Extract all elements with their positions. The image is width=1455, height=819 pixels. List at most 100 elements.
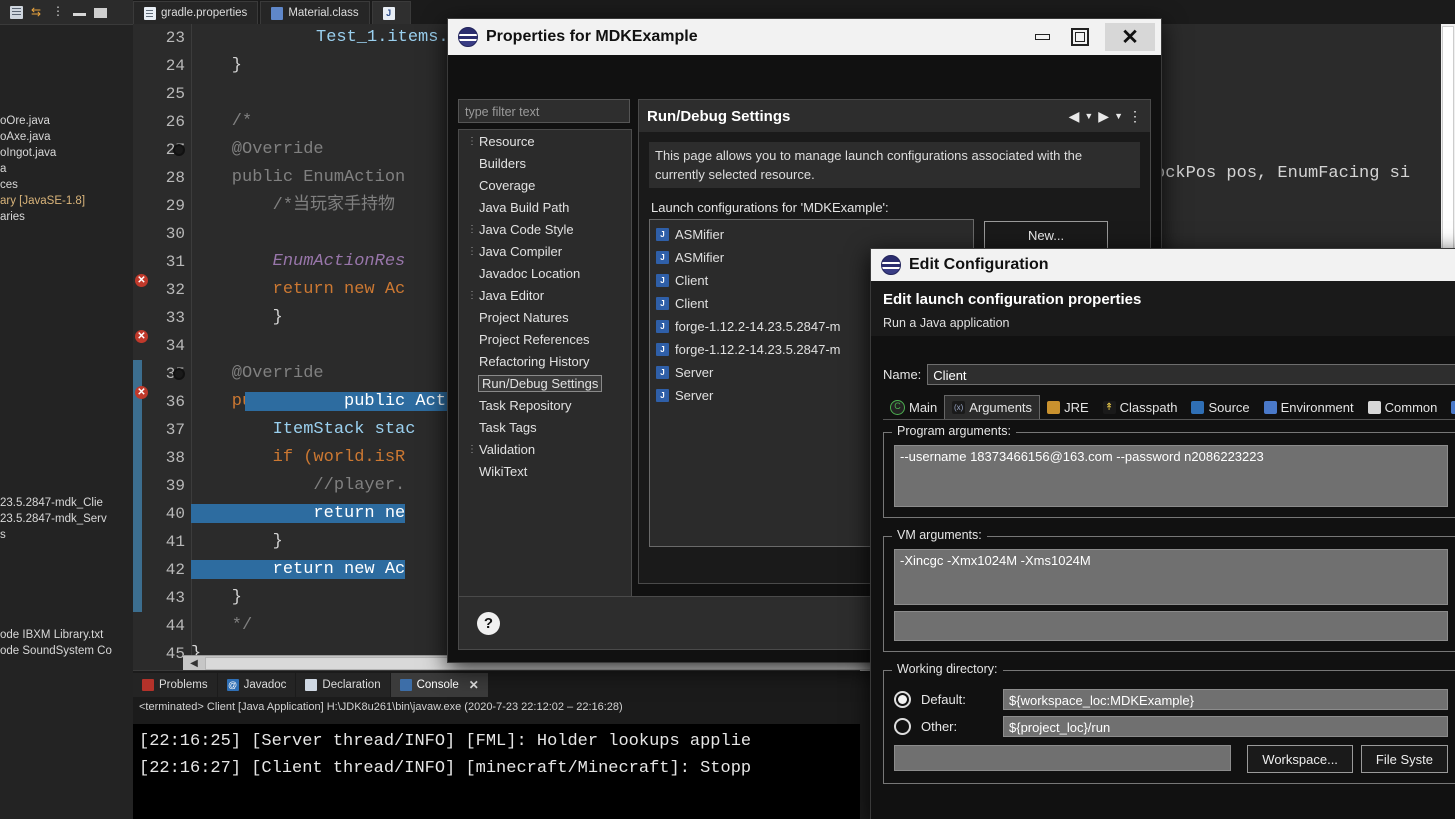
list-item[interactable]: ode IBXM Library.txt — [0, 627, 133, 643]
view-menu-icon[interactable]: ⋮ — [52, 5, 65, 19]
sidebar-item-wikitext[interactable]: WikiText — [459, 460, 631, 482]
chevron-right-icon[interactable]: ⋮ — [467, 444, 479, 455]
sidebar-item-resource[interactable]: ⋮ Resource — [459, 130, 631, 152]
list-item[interactable]: s — [0, 527, 133, 543]
tab-javadoc[interactable]: @ Javadoc — [217, 673, 296, 697]
new-button-label: New... — [1027, 227, 1065, 243]
code-line-right-fragment: ockPos pos, EnumFacing si — [1155, 164, 1411, 183]
default-radio[interactable] — [894, 691, 911, 708]
list-item[interactable]: oOre.java — [0, 113, 133, 129]
help-icon[interactable]: ? — [477, 611, 500, 635]
close-button[interactable]: ✕ — [1105, 23, 1155, 51]
close-icon[interactable]: ✕ — [469, 678, 479, 692]
tab-classpath[interactable]: ↟ Classpath — [1096, 396, 1185, 419]
list-item[interactable]: ary [JavaSE-1.8] — [0, 193, 133, 209]
editor-gutter[interactable]: 23 24 25 26 27 28 29 30 31 32 33 34 35 3… — [133, 24, 192, 671]
sidebar-item-task-repository[interactable]: Task Repository — [459, 394, 631, 416]
sidebar-item-java-editor[interactable]: ⋮ Java Editor — [459, 284, 631, 306]
list-item[interactable]: oIngot.java — [0, 145, 133, 161]
sidebar-item-java-code-style[interactable]: ⋮ Java Code Style — [459, 218, 631, 240]
list-item[interactable]: J ASMifier — [650, 223, 973, 246]
package-explorer: ⇆ ⋮ oOre.java oAxe.java oIngot.java a ce… — [0, 0, 134, 819]
console-icon — [399, 679, 412, 691]
console-output[interactable]: [22:16:25] [Server thread/INFO] [FML]: H… — [133, 724, 860, 819]
sidebar-item-run-debug-settings[interactable]: Run/Debug Settings — [459, 372, 631, 394]
tab-more[interactable] — [1444, 396, 1455, 419]
new-button[interactable]: New... — [984, 221, 1108, 249]
sidebar-item-refactoring-history[interactable]: Refactoring History — [459, 350, 631, 372]
sidebar-item-project-references[interactable]: Project References — [459, 328, 631, 350]
list-item[interactable]: 23.5.2847-mdk_Serv — [0, 511, 133, 527]
link-editor-icon[interactable] — [10, 5, 23, 19]
edit-dialog-title: Edit Configuration — [909, 256, 1049, 273]
tab-java-file[interactable]: J — [371, 1, 411, 24]
other-radio[interactable] — [894, 718, 911, 735]
vm-arguments-input[interactable]: -Xincgc -Xmx1024M -Xms1024M — [894, 549, 1448, 605]
tab-gradle-properties[interactable]: gradle.properties — [133, 1, 259, 24]
sidebar-item-validation[interactable]: ⋮ Validation — [459, 438, 631, 460]
minimize-icon — [1034, 34, 1050, 40]
tab-common[interactable]: Common — [1361, 396, 1445, 419]
view-menu-icon[interactable]: ⋮ — [1128, 108, 1142, 125]
maximize-button[interactable] — [1067, 26, 1093, 48]
error-marker-icon[interactable]: ✕ — [135, 274, 148, 287]
tab-declaration[interactable]: Declaration — [296, 673, 390, 697]
list-item[interactable]: aries — [0, 209, 133, 225]
error-marker-icon[interactable]: ✕ — [135, 386, 148, 399]
name-input[interactable]: Client — [927, 364, 1455, 385]
tab-console[interactable]: Console ✕ — [390, 673, 488, 697]
sidebar-item-coverage[interactable]: Coverage — [459, 174, 631, 196]
minimize-button[interactable] — [1029, 26, 1055, 48]
filter-input[interactable]: type filter text — [458, 99, 630, 123]
scroll-left-arrow[interactable]: ◀ — [185, 656, 203, 671]
sidebar-item-java-compiler[interactable]: ⋮ Java Compiler — [459, 240, 631, 262]
sidebar-item-task-tags[interactable]: Task Tags — [459, 416, 631, 438]
sync-icon[interactable]: ⇆ — [31, 5, 44, 19]
list-item[interactable]: ces — [0, 177, 133, 193]
list-item[interactable]: a — [0, 161, 133, 177]
minimize-icon[interactable] — [73, 13, 86, 16]
forward-dropdown-icon[interactable]: ▼ — [1114, 111, 1123, 121]
tab-problems[interactable]: Problems — [133, 673, 217, 697]
chevron-right-icon[interactable]: ⋮ — [467, 246, 479, 257]
edit-dialog-titlebar[interactable]: Edit Configuration — [871, 249, 1455, 281]
tab-source[interactable]: Source — [1184, 396, 1256, 419]
forward-arrow-icon[interactable]: ▶ — [1098, 108, 1109, 125]
explorer-tree[interactable]: oOre.java oAxe.java oIngot.java a ces ar… — [0, 25, 133, 819]
chevron-right-icon[interactable]: ⋮ — [467, 136, 479, 147]
tab-main[interactable]: C Main — [883, 396, 944, 419]
list-item[interactable]: oAxe.java — [0, 129, 133, 145]
maximize-icon[interactable] — [94, 8, 107, 18]
chevron-right-icon[interactable]: ⋮ — [467, 224, 479, 235]
code-text: @Override — [191, 364, 324, 383]
tab-arguments[interactable]: (x) Arguments — [944, 395, 1041, 419]
console-line: [22:16:27] [Client thread/INFO] [minecra… — [139, 759, 752, 778]
sidebar-item-javadoc-location[interactable]: Javadoc Location — [459, 262, 631, 284]
list-item[interactable]: 23.5.2847-mdk_Clie — [0, 495, 133, 511]
default-label: Default: — [921, 692, 966, 707]
tab-material-class[interactable]: Material.class — [260, 1, 370, 24]
tab-jre[interactable]: JRE — [1040, 396, 1096, 419]
back-arrow-icon[interactable]: ◀ — [1069, 108, 1080, 125]
list-item[interactable]: ode SoundSystem Co — [0, 643, 133, 659]
back-dropdown-icon[interactable]: ▼ — [1084, 111, 1093, 121]
workspace-button[interactable]: Workspace... — [1247, 745, 1353, 773]
sidebar-item-builders[interactable]: Builders — [459, 152, 631, 174]
sidebar-item-project-natures[interactable]: Project Natures — [459, 306, 631, 328]
line-number: 33 — [165, 309, 185, 327]
vm-arguments-overflow[interactable] — [894, 611, 1448, 641]
properties-dialog-titlebar[interactable]: Properties for MDKExample ✕ — [448, 19, 1161, 55]
maximize-icon — [1071, 28, 1089, 46]
other-directory-input[interactable]: ${project_loc}/run — [1003, 716, 1448, 737]
tab-environment[interactable]: Environment — [1257, 396, 1361, 419]
chevron-right-icon[interactable]: ⋮ — [467, 290, 479, 301]
file-system-button[interactable]: File Syste — [1360, 745, 1448, 773]
tree-label: WikiText — [479, 463, 528, 479]
settings-tree[interactable]: ⋮ Resource Builders Coverage Java Build P… — [458, 129, 632, 633]
tab-label: JRE — [1064, 400, 1089, 415]
sidebar-item-java-build-path[interactable]: Java Build Path — [459, 196, 631, 218]
javadoc-icon: @ — [226, 679, 239, 691]
program-arguments-input[interactable]: --username 18373466156@163.com --passwor… — [894, 445, 1448, 507]
code-text: return ne — [191, 504, 406, 523]
error-marker-icon[interactable]: ✕ — [135, 330, 148, 343]
